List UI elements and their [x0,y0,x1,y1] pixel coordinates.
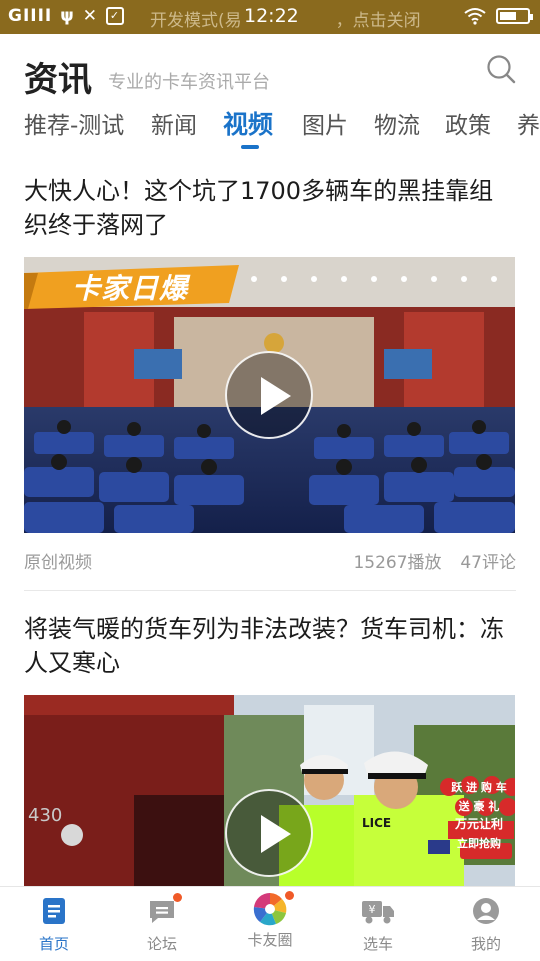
tab-pictures[interactable]: 图片 [302,106,348,140]
status-time: 12:22 [244,5,299,27]
home-doc-icon [40,897,68,925]
profile-icon [472,897,500,925]
nav-profile[interactable]: 我的 [446,897,526,954]
usb-icon: ψ [60,6,75,26]
status-bar: GIIII ψ ✕ ✓ 开发模式(易 ，点击关闭 12:22 [0,0,540,34]
app-notification-icon: ✓ [106,7,125,25]
search-icon[interactable] [486,54,516,84]
video-thumbnail[interactable]: 卡家日爆 [24,257,515,533]
truck-plate-text: 430 [28,805,63,826]
comment-count: 47评论 [460,553,516,573]
truck-price-icon: ¥ [361,897,395,925]
nav-choose-truck[interactable]: ¥ 选车 [338,897,418,954]
wifi-icon [464,8,486,25]
tab-logistics[interactable]: 物流 [374,106,420,140]
nav-forum[interactable]: 论坛 [122,893,202,954]
article-title[interactable]: 将装气暖的货车列为非法改装？货车司机：冻人又寒心 [24,612,514,680]
nav-truck-circle[interactable]: 卡友圈 [230,891,310,950]
active-tab-indicator [241,145,259,149]
nav-label: 论坛 [146,935,177,953]
promo-badge[interactable]: 跃 进 购 车 送 豪 礼 万元让利 立即抢购 [442,781,515,851]
page-title: 资讯 [24,60,92,100]
notification-dot [173,893,182,902]
tab-maintenance[interactable]: 养 [517,106,540,140]
svg-text:¥: ¥ [369,903,376,916]
play-button[interactable] [225,789,313,877]
notification-dot [285,891,294,900]
signal-text: GIIII [8,6,53,26]
bottom-navigation: 首页 论坛 卡友圈 ¥ 选车 我的 [0,886,540,961]
divider [24,590,516,591]
tab-recommend-test[interactable]: 推荐-测试 [24,106,124,140]
video-thumbnail[interactable]: 430 LICE 跃 进 购 车 送 豪 礼 万元让利 立即抢购 [24,695,515,886]
play-button[interactable] [225,351,313,439]
nav-label: 首页 [38,935,69,953]
battery-icon [496,8,533,24]
play-count: 15267播放 [353,553,442,573]
tab-news[interactable]: 新闻 [151,106,197,140]
video-banner-label: 卡家日爆 [72,272,189,305]
tools-icon: ✕ [82,6,99,26]
nav-label: 我的 [470,935,501,953]
forum-icon [148,893,182,925]
nav-label: 卡友圈 [247,931,293,949]
tagline: 专业的卡车资讯平台 [108,72,270,93]
nav-label: 选车 [362,935,393,953]
police-patch: LICE [362,816,392,830]
article-title[interactable]: 大快人心！这个坑了1700多辆车的黑挂靠组织终于落网了 [24,174,514,242]
nav-home[interactable]: 首页 [14,897,94,954]
pinwheel-icon [252,891,294,927]
article-source: 原创视频 [24,553,92,573]
tab-video[interactable]: 视频 [223,105,273,141]
tab-policy[interactable]: 政策 [445,106,491,140]
